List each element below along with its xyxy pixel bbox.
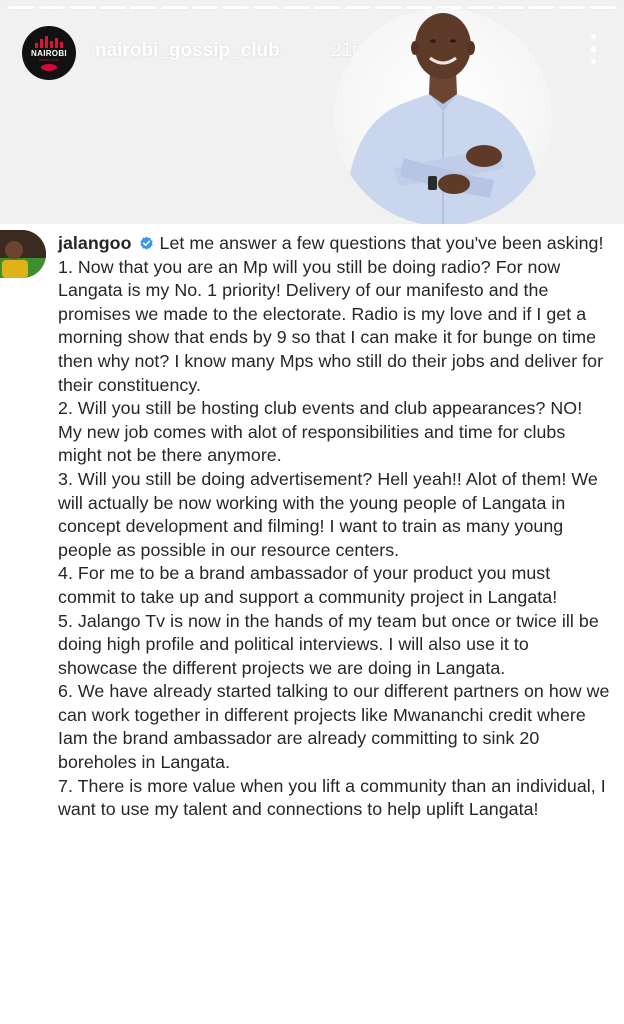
story-progress-segment	[558, 6, 586, 9]
story-progress-segment	[130, 6, 157, 9]
story-progress-segment	[252, 6, 280, 9]
story-progress-segment	[313, 6, 341, 9]
story-progress-segment	[191, 6, 219, 9]
story-progress-segment	[375, 6, 402, 9]
caption-paragraph-7: 7. There is more value when you lift a c…	[58, 775, 606, 820]
caption-paragraph-1: 1. Now that you are an Mp will you still…	[58, 256, 604, 395]
author-avatar[interactable]	[0, 230, 46, 278]
story-username[interactable]: nairobi_gossip_club	[95, 40, 280, 62]
story-progress-segment	[528, 6, 555, 9]
story-progress-segment	[589, 6, 616, 9]
story-progress-segment	[38, 6, 66, 9]
story-progress-segment	[344, 6, 372, 9]
verified-badge-icon	[139, 236, 153, 250]
lips-icon	[41, 63, 57, 71]
caption-intro: jalangoo Let me answer a few questions t…	[58, 232, 610, 256]
story-progress-segment	[160, 6, 188, 9]
author-username[interactable]: jalangoo	[58, 233, 132, 253]
caption-paragraph-3: 3. Will you still be doing advertisement…	[58, 468, 598, 560]
more-vertical-icon[interactable]	[588, 34, 598, 64]
story-progress-segment	[69, 6, 96, 9]
caption-intro-text: Let me answer a few questions that you'v…	[159, 233, 604, 253]
caption-text: jalangoo Let me answer a few questions t…	[58, 232, 610, 822]
story-progress-segment	[8, 6, 35, 9]
story-progress-segment	[99, 6, 127, 9]
caption-paragraph-6: 6. We have already started talking to ou…	[58, 681, 610, 773]
story-progress-bar	[8, 6, 616, 9]
caption-paragraph-5: 5. Jalango Tv is now in the hands of my …	[58, 610, 599, 678]
caption-paragraph-2: 2. Will you still be hosting club events…	[58, 398, 583, 466]
story-progress-segment	[283, 6, 310, 9]
caption-card: jalangoo Let me answer a few questions t…	[0, 224, 624, 1024]
logo-subtext: GOSSIP CLUB	[38, 57, 60, 62]
profile-portrait-image	[334, 8, 552, 226]
logo-wordmark: NAIROBI	[31, 48, 67, 58]
story-progress-segment	[466, 6, 494, 9]
caption-paragraph-4: 4. For me to be a brand ambassador of yo…	[58, 563, 558, 607]
city-skyline-icon	[35, 35, 63, 48]
story-progress-segment	[222, 6, 249, 9]
story-progress-segment	[497, 6, 525, 9]
story-account-avatar[interactable]: NAIROBI GOSSIP CLUB	[22, 26, 76, 80]
